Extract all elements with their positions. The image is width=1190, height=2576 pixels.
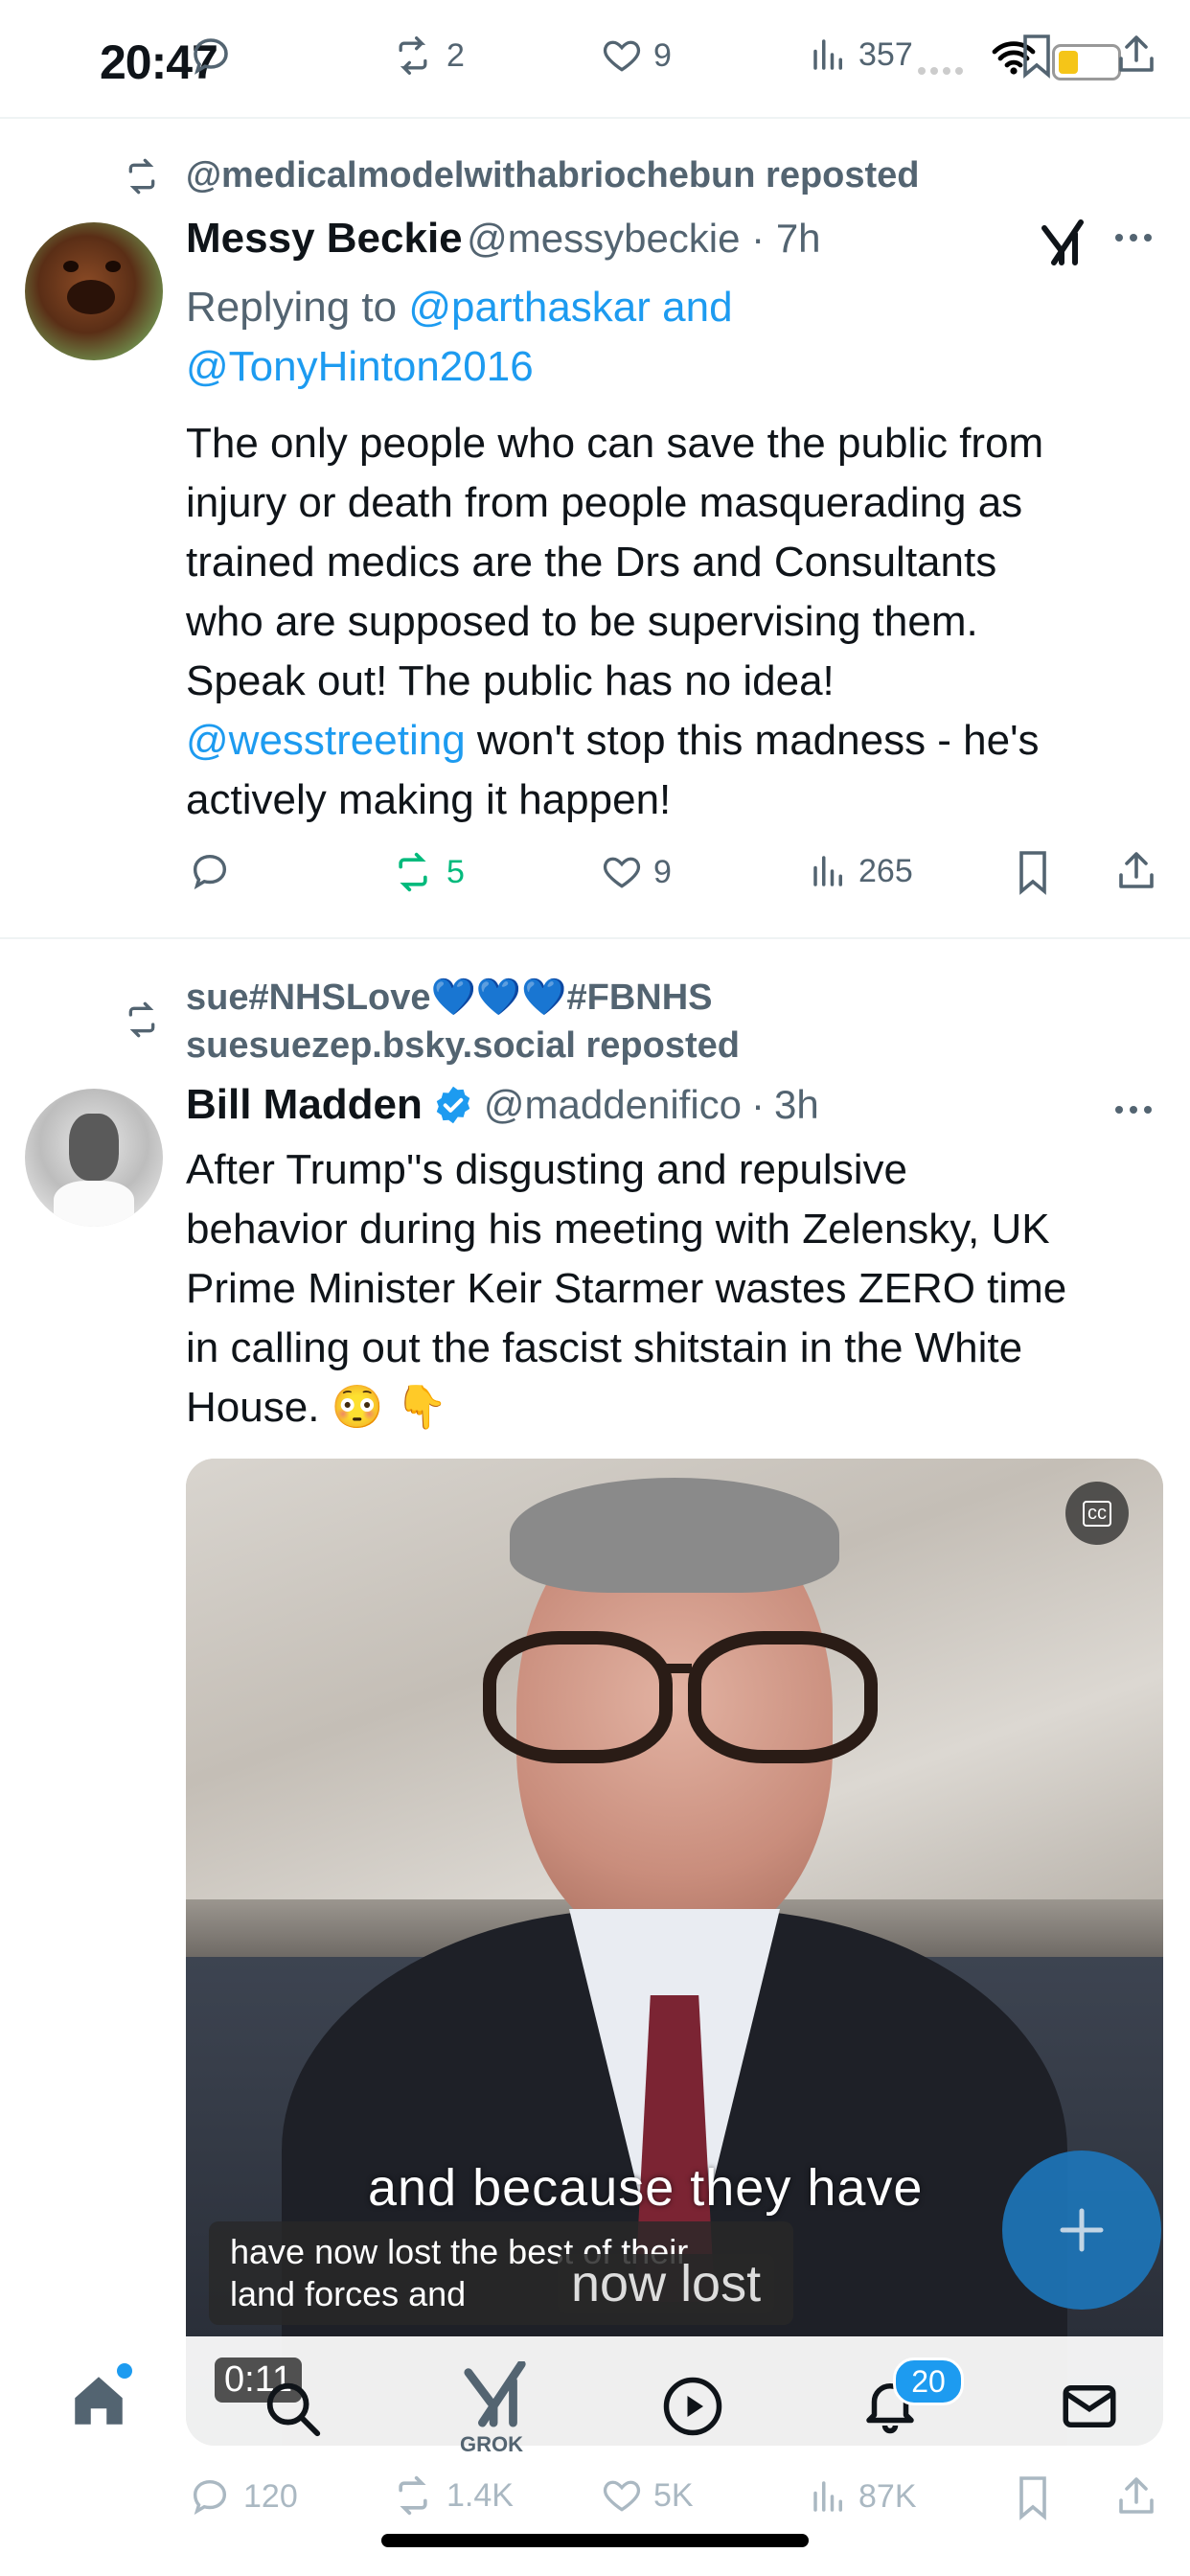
share-icon[interactable] — [1113, 31, 1159, 79]
tweet-body-line: who are supposed to be supervising them. — [186, 598, 978, 645]
tweet-body-line: House. 😳 👇 — [186, 1384, 448, 1431]
bottom-nav: 0:11 GROK 20 — [0, 2336, 1190, 2461]
tweet-body-line: injury or death from people masquerading… — [186, 479, 1023, 526]
views-button[interactable]: 265 — [809, 851, 913, 891]
grok-icon[interactable] — [460, 2361, 533, 2428]
top-retweet[interactable]: 2 — [389, 34, 465, 77]
video-caption-overlay: now lost — [558, 2254, 775, 2313]
verified-badge-icon — [436, 1086, 470, 1124]
tweet-messy-beckie[interactable]: @medicalmodelwithabriochebun reposted Me… — [0, 119, 1190, 937]
separator-dot: · — [751, 1082, 766, 1127]
author-name[interactable]: Messy Beckie — [186, 215, 463, 262]
tweet-time[interactable]: 7h — [776, 216, 821, 261]
tweet-body-line: Speak out! The public has no idea! — [186, 657, 835, 704]
signal-dots-icon — [918, 67, 963, 75]
reply-icon[interactable] — [188, 33, 234, 79]
cc-label: cc — [1083, 1500, 1111, 1527]
repost-icon — [128, 1001, 155, 1038]
tweet-body-line: trained medics are the Drs and Consultan… — [186, 539, 997, 586]
replying-to: Replying to @parthaskar and @TonyHinton2… — [186, 278, 733, 397]
search-icon[interactable] — [259, 2375, 326, 2442]
retweet-icon — [399, 852, 427, 892]
reply-count: 120 — [243, 2477, 298, 2515]
tweet-body-line: After Trump''s disgusting and repulsive — [186, 1146, 907, 1193]
home-indicator — [381, 2534, 809, 2547]
top-like-count: 9 — [653, 36, 672, 74]
avatar[interactable] — [25, 1089, 163, 1227]
retweet-count: 1.4K — [446, 2476, 514, 2514]
separator-dot: · — [740, 216, 776, 261]
reply-icon[interactable] — [188, 849, 232, 893]
heart-icon — [603, 40, 641, 72]
views-button[interactable]: 87K — [809, 2476, 917, 2517]
bookmark-icon[interactable] — [1016, 2474, 1050, 2520]
reply-mention-link[interactable]: @parthaskar and — [408, 284, 732, 331]
reply-button[interactable]: 120 — [188, 2474, 298, 2518]
author-handle[interactable]: @messybeckie — [467, 216, 740, 261]
battery-icon — [1052, 44, 1121, 80]
top-views[interactable]: 357 — [809, 34, 913, 75]
tweet-body-line: actively making it happen! — [186, 776, 672, 823]
tweet-body-line: in calling out the fascist shitstain in … — [186, 1324, 1023, 1371]
captions-button[interactable]: cc — [1065, 1482, 1129, 1545]
tweet-body-line: won't stop this madness - he's — [465, 717, 1040, 764]
more-options-icon[interactable] — [1115, 1106, 1152, 1114]
tweet-header: Bill Madden @maddenifico · 3h — [186, 1081, 819, 1129]
repost-attribution[interactable]: sue#NHSLove💙💙💙#FBNHS suesuezep.bsky.soci… — [186, 974, 740, 1070]
author-name[interactable]: Bill Madden — [186, 1081, 423, 1129]
compose-button[interactable] — [1002, 2150, 1161, 2310]
grok-icon[interactable] — [1039, 218, 1088, 268]
reply-mention-link-2[interactable]: @TonyHinton2016 — [186, 343, 534, 390]
tweet-body: After Trump''s disgusting and repulsive … — [186, 1140, 1173, 1438]
repost-line-2: suesuezep.bsky.social reposted — [186, 1025, 740, 1066]
bookmark-icon[interactable] — [1019, 33, 1054, 79]
heart-icon — [603, 2480, 641, 2512]
views-icon — [813, 39, 842, 70]
share-icon[interactable] — [1113, 2472, 1159, 2520]
repost-attribution[interactable]: @medicalmodelwithabriochebun reposted — [186, 155, 920, 196]
retweet-button[interactable]: 5 — [389, 851, 465, 893]
retweet-icon — [399, 2475, 427, 2516]
author-handle[interactable]: @maddenifico — [484, 1082, 742, 1128]
retweet-icon — [399, 36, 427, 75]
top-like[interactable]: 9 — [600, 34, 672, 77]
retweet-count: 5 — [446, 853, 465, 890]
home-unread-dot — [117, 2363, 132, 2379]
avatar[interactable] — [25, 222, 163, 360]
tweet-body-line: behavior during his meeting with Zelensk… — [186, 1206, 1050, 1253]
repost-icon — [128, 158, 155, 195]
home-icon[interactable] — [67, 2369, 130, 2432]
top-retweet-count: 2 — [446, 36, 465, 74]
views-icon — [813, 2481, 842, 2512]
tweet-time[interactable]: 3h — [774, 1082, 819, 1128]
messages-icon[interactable] — [1058, 2375, 1121, 2438]
grok-label: GROK — [460, 2432, 523, 2456]
plus-icon — [1060, 2208, 1104, 2252]
views-count: 87K — [858, 2477, 917, 2515]
mention-link[interactable]: @wesstreeting — [186, 717, 466, 764]
like-button[interactable]: 5K — [600, 2474, 694, 2517]
views-icon — [813, 856, 842, 886]
top-bar: 20:47 2 9 357 — [0, 0, 1190, 117]
retweet-button[interactable]: 1.4K — [389, 2474, 514, 2517]
views-count: 265 — [858, 852, 913, 889]
repost-line-1: sue#NHSLove💙💙💙#FBNHS — [186, 978, 713, 1018]
like-count: 9 — [653, 853, 672, 890]
top-views-count: 357 — [858, 35, 913, 73]
more-options-icon[interactable] — [1115, 234, 1152, 242]
bookmark-icon[interactable] — [1016, 849, 1050, 895]
like-count: 5K — [653, 2476, 694, 2514]
heart-icon — [603, 857, 641, 888]
replying-label: Replying to — [186, 284, 398, 331]
share-icon[interactable] — [1113, 847, 1159, 895]
play-icon[interactable] — [661, 2375, 724, 2438]
notifications-badge: 20 — [893, 2358, 964, 2405]
tweet-header: Messy Beckie @messybeckie · 7h — [186, 215, 821, 263]
video-caption: and because they have — [368, 2159, 924, 2217]
tweet-body-line: The only people who can save the public … — [186, 420, 1044, 467]
tweet-body-line: Prime Minister Keir Starmer wastes ZERO … — [186, 1265, 1067, 1312]
reply-icon — [193, 2479, 227, 2516]
tweet-body: The only people who can save the public … — [186, 414, 1154, 830]
like-button[interactable]: 9 — [600, 851, 672, 893]
